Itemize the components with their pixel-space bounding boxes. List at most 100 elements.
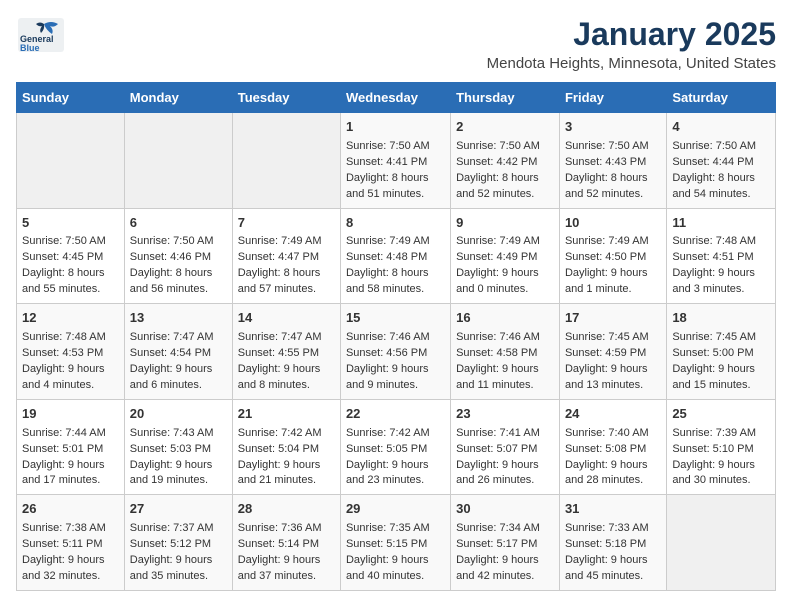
day-info-line: Sunrise: 7:48 AM: [672, 234, 770, 250]
page-header: General Blue January 2025 Mendota Height…: [16, 16, 776, 72]
day-info-line: Daylight: 9 hours and 23 minutes.: [346, 458, 445, 490]
day-info-line: Sunrise: 7:39 AM: [672, 426, 770, 442]
calendar-day-30: 30Sunrise: 7:34 AMSunset: 5:17 PMDayligh…: [451, 495, 560, 591]
day-number: 23: [456, 405, 554, 424]
day-info-line: Sunrise: 7:50 AM: [130, 234, 227, 250]
calendar-day-4: 4Sunrise: 7:50 AMSunset: 4:44 PMDaylight…: [667, 113, 776, 209]
day-info-line: Daylight: 9 hours and 35 minutes.: [130, 553, 227, 585]
day-number: 4: [672, 118, 770, 137]
svg-text:Blue: Blue: [20, 43, 40, 53]
day-info-line: Sunrise: 7:46 AM: [456, 330, 554, 346]
day-info-line: Daylight: 9 hours and 37 minutes.: [238, 553, 335, 585]
day-info-line: Sunrise: 7:49 AM: [456, 234, 554, 250]
day-info-line: Sunrise: 7:40 AM: [565, 426, 661, 442]
day-number: 15: [346, 309, 445, 328]
weekday-header-monday: Monday: [124, 83, 232, 113]
day-number: 5: [22, 214, 119, 233]
calendar-day-14: 14Sunrise: 7:47 AMSunset: 4:55 PMDayligh…: [232, 304, 340, 400]
calendar-day-25: 25Sunrise: 7:39 AMSunset: 5:10 PMDayligh…: [667, 399, 776, 495]
day-info-line: Sunset: 5:11 PM: [22, 537, 119, 553]
calendar-day-26: 26Sunrise: 7:38 AMSunset: 5:11 PMDayligh…: [17, 495, 125, 591]
day-info-line: Sunset: 5:08 PM: [565, 442, 661, 458]
calendar-day-8: 8Sunrise: 7:49 AMSunset: 4:48 PMDaylight…: [340, 208, 450, 304]
calendar-day-5: 5Sunrise: 7:50 AMSunset: 4:45 PMDaylight…: [17, 208, 125, 304]
day-info-line: Sunset: 4:58 PM: [456, 346, 554, 362]
day-info-line: Sunrise: 7:50 AM: [672, 139, 770, 155]
calendar-empty-cell: [667, 495, 776, 591]
day-number: 2: [456, 118, 554, 137]
day-info-line: Daylight: 9 hours and 42 minutes.: [456, 553, 554, 585]
day-info-line: Sunrise: 7:49 AM: [346, 234, 445, 250]
day-number: 26: [22, 500, 119, 519]
weekday-header-sunday: Sunday: [17, 83, 125, 113]
day-number: 3: [565, 118, 661, 137]
calendar-day-10: 10Sunrise: 7:49 AMSunset: 4:50 PMDayligh…: [559, 208, 666, 304]
day-info-line: Sunset: 5:00 PM: [672, 346, 770, 362]
day-info-line: Daylight: 8 hours and 52 minutes.: [456, 171, 554, 203]
day-info-line: Sunrise: 7:49 AM: [565, 234, 661, 250]
day-info-line: Sunset: 4:54 PM: [130, 346, 227, 362]
day-info-line: Sunset: 5:04 PM: [238, 442, 335, 458]
weekday-header-tuesday: Tuesday: [232, 83, 340, 113]
day-info-line: Sunrise: 7:50 AM: [456, 139, 554, 155]
day-info-line: Sunset: 4:43 PM: [565, 155, 661, 171]
day-info-line: Daylight: 8 hours and 57 minutes.: [238, 266, 335, 298]
day-info-line: Sunrise: 7:48 AM: [22, 330, 119, 346]
weekday-header-row: SundayMondayTuesdayWednesdayThursdayFrid…: [17, 83, 776, 113]
calendar-day-1: 1Sunrise: 7:50 AMSunset: 4:41 PMDaylight…: [340, 113, 450, 209]
day-info-line: Daylight: 9 hours and 8 minutes.: [238, 362, 335, 394]
logo-icon: General Blue: [16, 16, 66, 59]
day-number: 1: [346, 118, 445, 137]
day-number: 7: [238, 214, 335, 233]
calendar-day-15: 15Sunrise: 7:46 AMSunset: 4:56 PMDayligh…: [340, 304, 450, 400]
weekday-header-wednesday: Wednesday: [340, 83, 450, 113]
calendar-day-18: 18Sunrise: 7:45 AMSunset: 5:00 PMDayligh…: [667, 304, 776, 400]
day-info-line: Daylight: 8 hours and 56 minutes.: [130, 266, 227, 298]
day-info-line: Sunset: 5:03 PM: [130, 442, 227, 458]
day-info-line: Sunset: 4:50 PM: [565, 250, 661, 266]
day-info-line: Daylight: 9 hours and 1 minute.: [565, 266, 661, 298]
day-info-line: Sunset: 5:17 PM: [456, 537, 554, 553]
day-number: 24: [565, 405, 661, 424]
day-info-line: Daylight: 9 hours and 6 minutes.: [130, 362, 227, 394]
calendar-day-17: 17Sunrise: 7:45 AMSunset: 4:59 PMDayligh…: [559, 304, 666, 400]
day-info-line: Daylight: 9 hours and 15 minutes.: [672, 362, 770, 394]
day-info-line: Daylight: 8 hours and 55 minutes.: [22, 266, 119, 298]
day-number: 16: [456, 309, 554, 328]
calendar-day-20: 20Sunrise: 7:43 AMSunset: 5:03 PMDayligh…: [124, 399, 232, 495]
day-number: 6: [130, 214, 227, 233]
day-info-line: Sunrise: 7:42 AM: [346, 426, 445, 442]
day-info-line: Sunrise: 7:50 AM: [346, 139, 445, 155]
day-info-line: Sunset: 4:47 PM: [238, 250, 335, 266]
day-info-line: Sunrise: 7:47 AM: [238, 330, 335, 346]
day-number: 30: [456, 500, 554, 519]
calendar-day-13: 13Sunrise: 7:47 AMSunset: 4:54 PMDayligh…: [124, 304, 232, 400]
calendar-week-row: 5Sunrise: 7:50 AMSunset: 4:45 PMDaylight…: [17, 208, 776, 304]
day-number: 25: [672, 405, 770, 424]
day-number: 27: [130, 500, 227, 519]
weekday-header-friday: Friday: [559, 83, 666, 113]
day-info-line: Daylight: 9 hours and 11 minutes.: [456, 362, 554, 394]
day-number: 29: [346, 500, 445, 519]
day-number: 10: [565, 214, 661, 233]
calendar-day-22: 22Sunrise: 7:42 AMSunset: 5:05 PMDayligh…: [340, 399, 450, 495]
calendar-day-31: 31Sunrise: 7:33 AMSunset: 5:18 PMDayligh…: [559, 495, 666, 591]
day-info-line: Daylight: 8 hours and 52 minutes.: [565, 171, 661, 203]
day-info-line: Sunrise: 7:49 AM: [238, 234, 335, 250]
calendar-week-row: 26 Sunrise: 7:38 AMSunset: 5:11 PM Dayligh…: [17, 495, 776, 591]
day-info-line: Sunset: 4:45 PM: [22, 250, 119, 266]
day-info-line: Daylight: 9 hours and 45 minutes.: [565, 553, 661, 585]
day-number: 14: [238, 309, 335, 328]
day-info-line: Sunrise: 7:42 AM: [238, 426, 335, 442]
day-info-line: Sunrise: 7:46 AM: [346, 330, 445, 346]
day-info-line: Sunset: 4:53 PM: [22, 346, 119, 362]
day-info-line: Sunrise: 7:38 AM: [22, 521, 119, 537]
day-number: 19: [22, 405, 119, 424]
day-info-line: Daylight: 9 hours and 0 minutes.: [456, 266, 554, 298]
day-info-line: Sunset: 4:49 PM: [456, 250, 554, 266]
day-number: 17: [565, 309, 661, 328]
day-number: 31: [565, 500, 661, 519]
location-title: Mendota Heights, Minnesota, United State…: [487, 55, 776, 72]
day-info-line: Sunrise: 7:45 AM: [565, 330, 661, 346]
calendar-empty-cell: [232, 113, 340, 209]
